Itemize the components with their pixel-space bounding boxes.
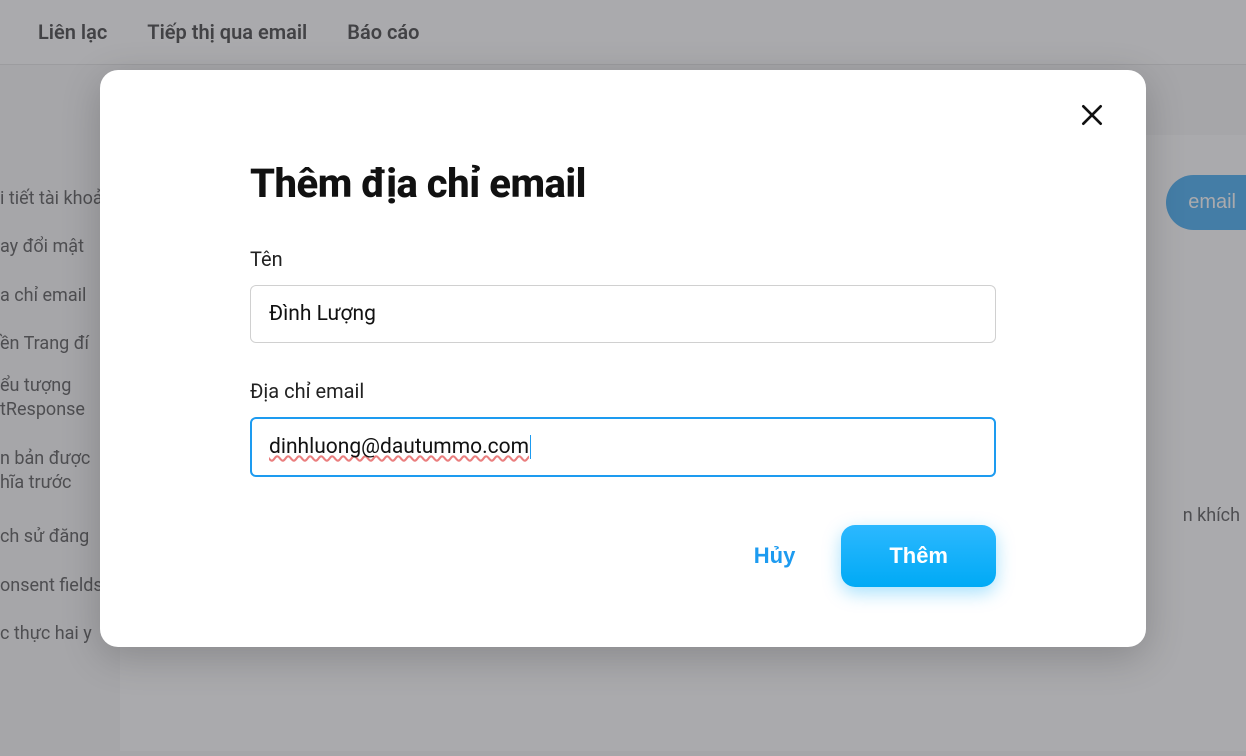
name-label: Tên xyxy=(250,247,996,271)
close-icon xyxy=(1079,102,1105,131)
text-cursor xyxy=(530,435,531,459)
modal-title: Thêm địa chỉ email xyxy=(250,160,996,207)
modal-actions: Hủy Thêm xyxy=(250,525,996,587)
email-input-value: dinhluong@dautummo.com xyxy=(269,435,529,459)
modal-overlay: Thêm địa chỉ email Tên Địa chỉ email din… xyxy=(0,0,1246,756)
add-email-modal: Thêm địa chỉ email Tên Địa chỉ email din… xyxy=(100,70,1146,647)
name-input[interactable] xyxy=(250,285,996,343)
close-button[interactable] xyxy=(1074,98,1110,134)
email-input[interactable]: dinhluong@dautummo.com xyxy=(250,417,996,477)
submit-button[interactable]: Thêm xyxy=(841,525,996,587)
email-label: Địa chỉ email xyxy=(250,379,996,403)
cancel-button[interactable]: Hủy xyxy=(744,531,806,581)
